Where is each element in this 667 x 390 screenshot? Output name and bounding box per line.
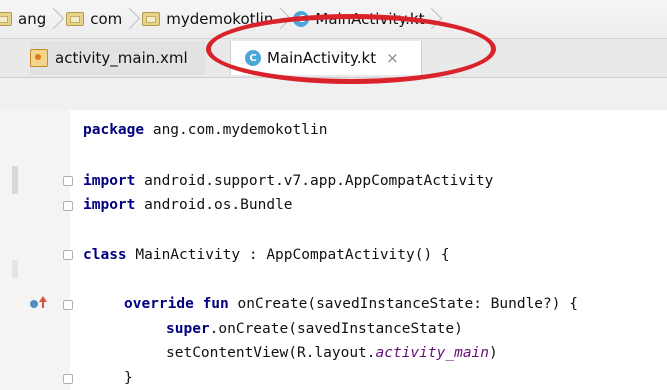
- code-line-setcontentview: setContentView(R.layout.activity_main): [166, 343, 498, 363]
- breadcrumb-item-mainactivity[interactable]: C MainActivity.kt: [293, 0, 444, 38]
- editor-gutter: [0, 110, 70, 390]
- kotlin-file-icon: C: [245, 50, 261, 66]
- fold-marker-icon[interactable]: [63, 374, 73, 384]
- breadcrumb-separator: [277, 5, 287, 33]
- breadcrumb-separator: [50, 5, 60, 33]
- code-text: onCreate(savedInstanceState: Bundle?) {: [228, 296, 578, 312]
- folder-icon: [0, 12, 12, 26]
- fold-marker-icon[interactable]: [63, 176, 73, 186]
- code-line-import: import android.os.Bundle: [83, 195, 293, 215]
- code-line-package: package ang.com.mydemokotlin: [83, 120, 327, 140]
- breadcrumb: ang com mydemokotlin C MainActivity.kt: [0, 0, 667, 39]
- breadcrumb-item-mydemokotlin[interactable]: mydemokotlin: [142, 0, 293, 38]
- code-line-import: import android.support.v7.app.AppCompatA…: [83, 171, 493, 191]
- folder-icon: [66, 12, 85, 26]
- code-line-override: override fun onCreate(savedInstanceState…: [124, 294, 578, 314]
- editor-tab-bar: activity_main.xml C MainActivity.kt ×: [0, 39, 667, 78]
- breadcrumb-separator: [126, 5, 136, 33]
- breadcrumb-item-com[interactable]: com: [66, 0, 142, 38]
- breadcrumb-label: mydemokotlin: [166, 10, 274, 28]
- code-keyword: package: [83, 122, 145, 138]
- code-line-super: super.onCreate(savedInstanceState): [166, 319, 463, 339]
- code-keyword: import: [83, 197, 136, 213]
- fold-marker-icon[interactable]: [63, 250, 73, 260]
- code-editor[interactable]: package ang.com.mydemokotlin import andr…: [0, 78, 667, 390]
- gutter-change-marker: [12, 166, 18, 194]
- code-text: .onCreate(savedInstanceState): [209, 321, 463, 337]
- tab-mainactivity-kt[interactable]: C MainActivity.kt ×: [230, 41, 422, 75]
- tab-label: activity_main.xml: [55, 49, 188, 67]
- code-text: MainActivity : AppCompatActivity() {: [126, 247, 450, 263]
- code-line-class: class MainActivity : AppCompatActivity()…: [83, 245, 450, 265]
- code-text: ): [489, 345, 498, 361]
- fold-marker-icon[interactable]: [63, 201, 73, 211]
- tab-label: MainActivity.kt: [267, 49, 377, 67]
- breadcrumb-label: ang: [18, 10, 47, 28]
- folder-icon: [142, 12, 161, 26]
- code-text: }: [124, 370, 133, 386]
- code-keyword: override fun: [124, 296, 229, 312]
- code-keyword: import: [83, 173, 136, 189]
- editor-toolbar-strip: [0, 78, 667, 110]
- code-text: setContentView(R.layout.: [166, 345, 376, 361]
- code-line-closing-brace: }: [124, 368, 133, 388]
- kotlin-file-icon: C: [293, 11, 310, 27]
- gutter-change-marker: [12, 260, 18, 278]
- fold-marker-icon[interactable]: [63, 300, 73, 310]
- code-field-reference: activity_main: [375, 345, 490, 361]
- code-keyword: class: [83, 247, 127, 263]
- override-method-icon[interactable]: [30, 296, 47, 310]
- code-keyword: super: [166, 321, 210, 337]
- tab-activity-main-xml[interactable]: activity_main.xml: [30, 41, 205, 75]
- xml-file-icon: [30, 49, 48, 67]
- breadcrumb-separator: [428, 5, 438, 33]
- code-text: android.os.Bundle: [135, 197, 293, 213]
- code-text: android.support.v7.app.AppCompatActivity: [135, 173, 494, 189]
- close-icon[interactable]: ×: [386, 49, 399, 67]
- code-text: ang.com.mydemokotlin: [144, 122, 328, 138]
- breadcrumb-label: com: [90, 10, 123, 28]
- breadcrumb-item-ang[interactable]: ang: [0, 0, 66, 38]
- breadcrumb-label: MainActivity.kt: [315, 10, 425, 28]
